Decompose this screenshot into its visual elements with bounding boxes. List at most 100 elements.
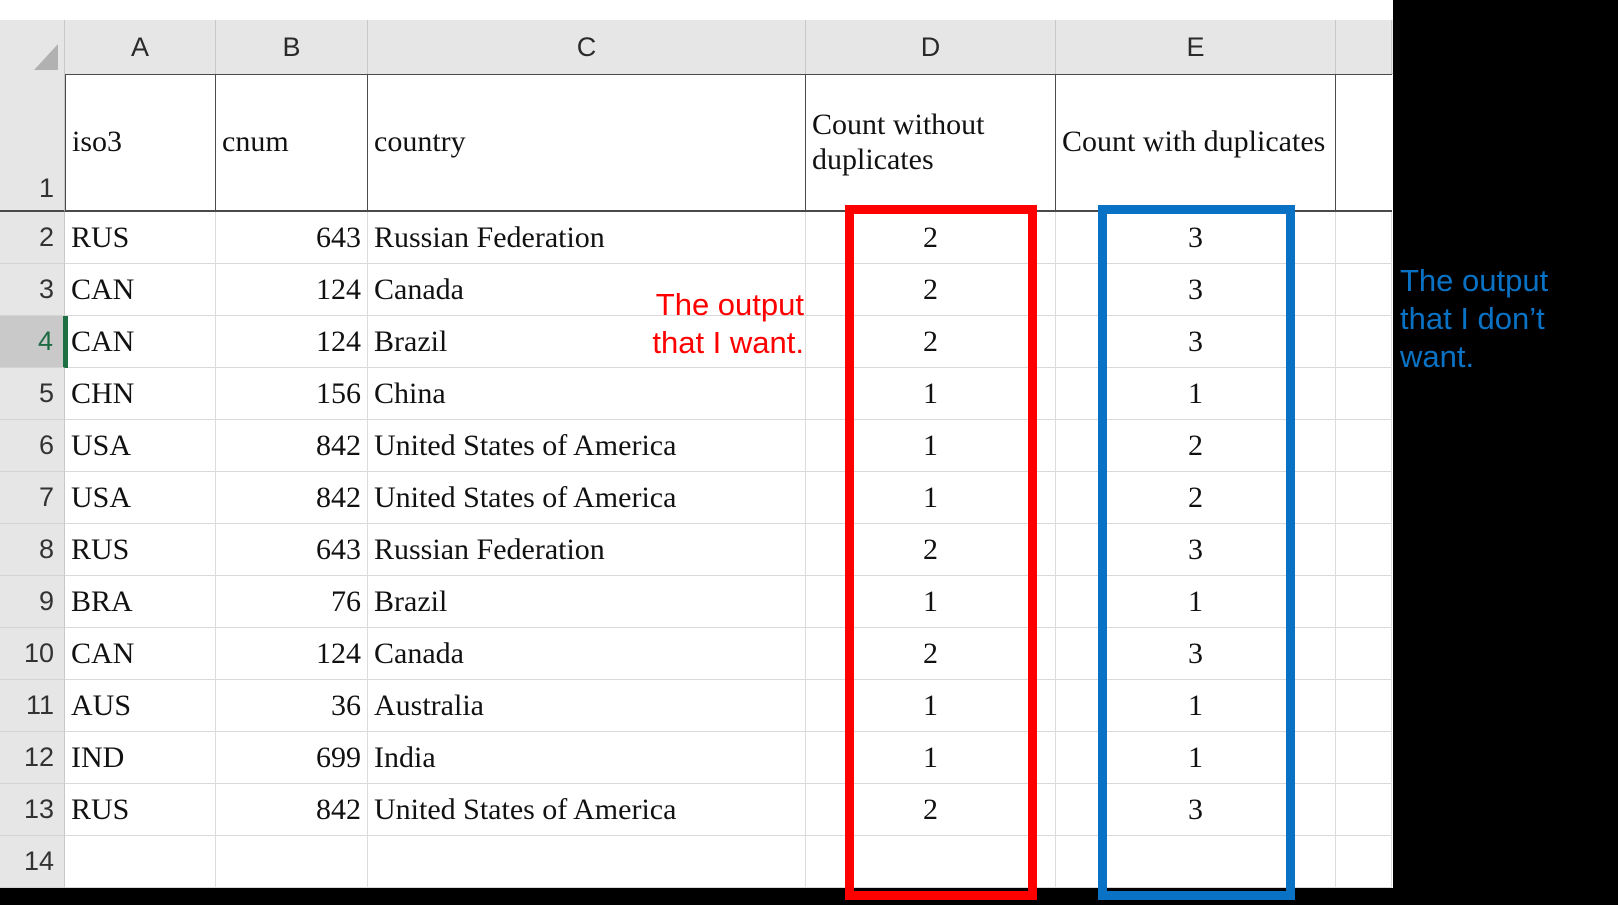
cell-count-with-duplicates-6[interactable]: 2 xyxy=(1056,420,1336,472)
cell-count-with-duplicates-9[interactable]: 1 xyxy=(1056,576,1336,628)
cell-count-with-duplicates-12[interactable]: 1 xyxy=(1056,732,1336,784)
cell-cnum-14[interactable] xyxy=(216,836,368,888)
cell-count-without-duplicates-5[interactable]: 1 xyxy=(806,368,1056,420)
cell-spillover-10[interactable] xyxy=(1336,628,1392,680)
cell-iso3-2[interactable]: RUS xyxy=(65,212,216,264)
cell-d1[interactable]: Count without duplicates xyxy=(806,74,1056,212)
row-header-11[interactable]: 11 xyxy=(0,680,65,732)
cell-iso3-14[interactable] xyxy=(65,836,216,888)
row-header-1[interactable]: 1 xyxy=(0,74,65,212)
cell-count-with-duplicates-2[interactable]: 3 xyxy=(1056,212,1336,264)
cell-count-without-duplicates-8[interactable]: 2 xyxy=(806,524,1056,576)
cell-cnum-8[interactable]: 643 xyxy=(216,524,368,576)
row-header-10[interactable]: 10 xyxy=(0,628,65,680)
cell-iso3-12[interactable]: IND xyxy=(65,732,216,784)
column-header-a[interactable]: A xyxy=(65,20,216,74)
cell-cnum-6[interactable]: 842 xyxy=(216,420,368,472)
column-header-f[interactable] xyxy=(1336,20,1392,74)
cell-count-without-duplicates-7[interactable]: 1 xyxy=(806,472,1056,524)
cell-iso3-8[interactable]: RUS xyxy=(65,524,216,576)
row-header-3[interactable]: 3 xyxy=(0,264,65,316)
cell-count-without-duplicates-14[interactable] xyxy=(806,836,1056,888)
cell-country-12[interactable]: India xyxy=(368,732,806,784)
cell-count-without-duplicates-4[interactable]: 2 xyxy=(806,316,1056,368)
cell-count-with-duplicates-11[interactable]: 1 xyxy=(1056,680,1336,732)
cell-spillover-14[interactable] xyxy=(1336,836,1392,888)
cell-spillover-5[interactable] xyxy=(1336,368,1392,420)
cell-country-8[interactable]: Russian Federation xyxy=(368,524,806,576)
cell-country-9[interactable]: Brazil xyxy=(368,576,806,628)
cell-cnum-11[interactable]: 36 xyxy=(216,680,368,732)
cell-count-without-duplicates-6[interactable]: 1 xyxy=(806,420,1056,472)
cell-cnum-5[interactable]: 156 xyxy=(216,368,368,420)
cell-iso3-7[interactable]: USA xyxy=(65,472,216,524)
cell-count-without-duplicates-10[interactable]: 2 xyxy=(806,628,1056,680)
cell-cnum-10[interactable]: 124 xyxy=(216,628,368,680)
cell-spillover-7[interactable] xyxy=(1336,472,1392,524)
cell-country-10[interactable]: Canada xyxy=(368,628,806,680)
cell-cnum-13[interactable]: 842 xyxy=(216,784,368,836)
cell-iso3-3[interactable]: CAN xyxy=(65,264,216,316)
row-header-7[interactable]: 7 xyxy=(0,472,65,524)
cell-iso3-9[interactable]: BRA xyxy=(65,576,216,628)
cell-count-without-duplicates-9[interactable]: 1 xyxy=(806,576,1056,628)
column-header-d[interactable]: D xyxy=(806,20,1056,74)
row-header-9[interactable]: 9 xyxy=(0,576,65,628)
cell-country-2[interactable]: Russian Federation xyxy=(368,212,806,264)
row-header-14[interactable]: 14 xyxy=(0,836,65,888)
cell-iso3-4[interactable]: CAN xyxy=(65,316,216,368)
row-header-2[interactable]: 2 xyxy=(0,212,65,264)
cell-b1[interactable]: cnum xyxy=(216,74,368,212)
cell-iso3-11[interactable]: AUS xyxy=(65,680,216,732)
cell-e1[interactable]: Count with duplicates xyxy=(1056,74,1336,212)
cell-spillover-6[interactable] xyxy=(1336,420,1392,472)
cell-cnum-12[interactable]: 699 xyxy=(216,732,368,784)
cell-cnum-2[interactable]: 643 xyxy=(216,212,368,264)
cell-iso3-10[interactable]: CAN xyxy=(65,628,216,680)
cell-country-5[interactable]: China xyxy=(368,368,806,420)
cell-count-with-duplicates-8[interactable]: 3 xyxy=(1056,524,1336,576)
row-header-5[interactable]: 5 xyxy=(0,368,65,420)
cell-count-with-duplicates-10[interactable]: 3 xyxy=(1056,628,1336,680)
cell-spillover-13[interactable] xyxy=(1336,784,1392,836)
cell-spillover-3[interactable] xyxy=(1336,264,1392,316)
cell-spillover-8[interactable] xyxy=(1336,524,1392,576)
cell-a1[interactable]: iso3 xyxy=(65,74,216,212)
row-header-8[interactable]: 8 xyxy=(0,524,65,576)
cell-spillover-9[interactable] xyxy=(1336,576,1392,628)
cell-count-with-duplicates-5[interactable]: 1 xyxy=(1056,368,1336,420)
column-header-b[interactable]: B xyxy=(216,20,368,74)
cell-iso3-6[interactable]: USA xyxy=(65,420,216,472)
cell-count-without-duplicates-13[interactable]: 2 xyxy=(806,784,1056,836)
cell-country-11[interactable]: Australia xyxy=(368,680,806,732)
row-header-13[interactable]: 13 xyxy=(0,784,65,836)
cell-spillover-11[interactable] xyxy=(1336,680,1392,732)
cell-country-14[interactable] xyxy=(368,836,806,888)
cell-count-without-duplicates-11[interactable]: 1 xyxy=(806,680,1056,732)
cell-f1[interactable] xyxy=(1336,74,1392,212)
cell-cnum-3[interactable]: 124 xyxy=(216,264,368,316)
cell-cnum-7[interactable]: 842 xyxy=(216,472,368,524)
cell-iso3-13[interactable]: RUS xyxy=(65,784,216,836)
cell-count-without-duplicates-2[interactable]: 2 xyxy=(806,212,1056,264)
cell-country-7[interactable]: United States of America xyxy=(368,472,806,524)
cell-count-with-duplicates-13[interactable]: 3 xyxy=(1056,784,1336,836)
cell-count-with-duplicates-7[interactable]: 2 xyxy=(1056,472,1336,524)
column-header-c[interactable]: C xyxy=(368,20,806,74)
column-header-e[interactable]: E xyxy=(1056,20,1336,74)
cell-spillover-2[interactable] xyxy=(1336,212,1392,264)
cell-count-without-duplicates-12[interactable]: 1 xyxy=(806,732,1056,784)
cell-c1[interactable]: country xyxy=(368,74,806,212)
cell-count-without-duplicates-3[interactable]: 2 xyxy=(806,264,1056,316)
cell-count-with-duplicates-3[interactable]: 3 xyxy=(1056,264,1336,316)
cell-country-6[interactable]: United States of America xyxy=(368,420,806,472)
cell-spillover-4[interactable] xyxy=(1336,316,1392,368)
cell-country-13[interactable]: United States of America xyxy=(368,784,806,836)
cell-cnum-9[interactable]: 76 xyxy=(216,576,368,628)
cell-iso3-5[interactable]: CHN xyxy=(65,368,216,420)
cell-count-with-duplicates-14[interactable] xyxy=(1056,836,1336,888)
row-header-4[interactable]: 4 xyxy=(0,316,65,368)
row-header-12[interactable]: 12 xyxy=(0,732,65,784)
select-all-corner[interactable] xyxy=(0,20,65,74)
cell-count-with-duplicates-4[interactable]: 3 xyxy=(1056,316,1336,368)
